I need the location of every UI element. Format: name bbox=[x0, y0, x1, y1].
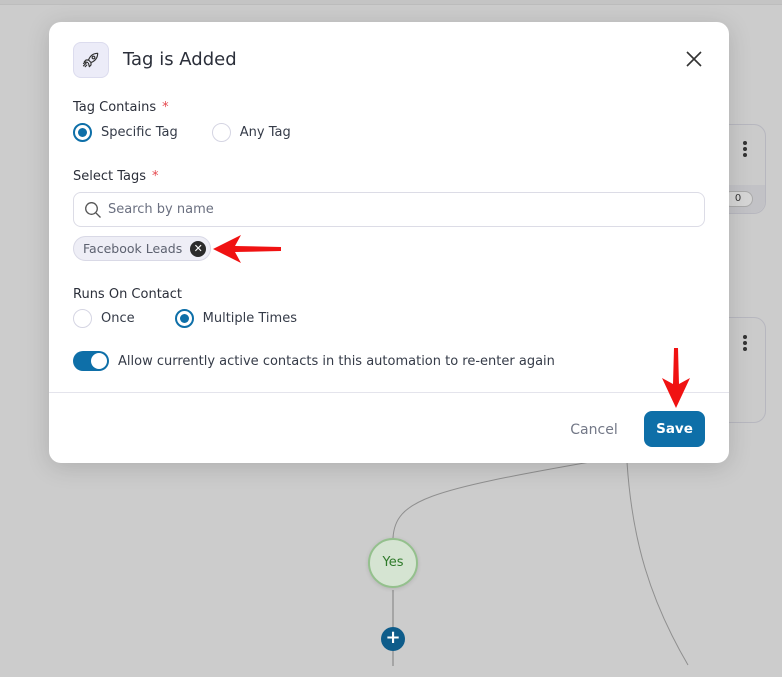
selected-tag-chip: Facebook Leads ✕ bbox=[73, 236, 212, 261]
modal-header: Tag is Added bbox=[73, 42, 705, 78]
remove-tag-icon[interactable]: ✕ bbox=[190, 240, 207, 257]
tag-contains-radio-group: Specific Tag Any Tag bbox=[73, 123, 325, 142]
radio-specific-tag[interactable]: Specific Tag bbox=[73, 123, 178, 142]
search-icon bbox=[85, 201, 101, 218]
radio-button[interactable] bbox=[211, 123, 231, 142]
reenter-toggle[interactable] bbox=[73, 351, 109, 371]
runs-on-contact-label: Runs On Contact bbox=[73, 287, 183, 302]
radio-any-tag[interactable]: Any Tag bbox=[211, 123, 291, 142]
radio-multiple-times[interactable]: Multiple Times bbox=[174, 309, 297, 328]
runs-on-contact-radio-group: Once Multiple Times bbox=[73, 309, 331, 328]
annotation-arrow-down bbox=[662, 348, 690, 408]
select-tags-label: Select Tags * bbox=[73, 169, 159, 184]
tag-contains-label: Tag Contains * bbox=[73, 100, 169, 115]
radio-button[interactable] bbox=[73, 123, 92, 142]
annotation-arrow-left bbox=[213, 235, 281, 263]
reenter-setting: Allow currently active contacts in this … bbox=[73, 351, 555, 371]
more-options-icon[interactable] bbox=[743, 141, 747, 159]
tag-search-input[interactable] bbox=[108, 202, 668, 217]
footer-divider bbox=[49, 392, 729, 393]
more-options-icon[interactable] bbox=[743, 335, 747, 353]
trigger-settings-modal: Tag is Added Tag Contains * Specific Tag … bbox=[49, 22, 729, 463]
save-button[interactable]: Save bbox=[644, 411, 705, 447]
radio-button[interactable] bbox=[174, 309, 194, 328]
close-icon[interactable] bbox=[683, 48, 705, 70]
rocket-icon bbox=[73, 42, 109, 78]
radio-button[interactable] bbox=[73, 309, 92, 328]
radio-once[interactable]: Once bbox=[73, 309, 135, 328]
modal-title: Tag is Added bbox=[123, 49, 237, 70]
tag-search-field[interactable] bbox=[73, 192, 705, 227]
yes-branch-node[interactable]: Yes bbox=[368, 538, 418, 588]
cancel-button[interactable]: Cancel bbox=[561, 412, 627, 448]
add-step-button[interactable]: + bbox=[381, 627, 405, 651]
